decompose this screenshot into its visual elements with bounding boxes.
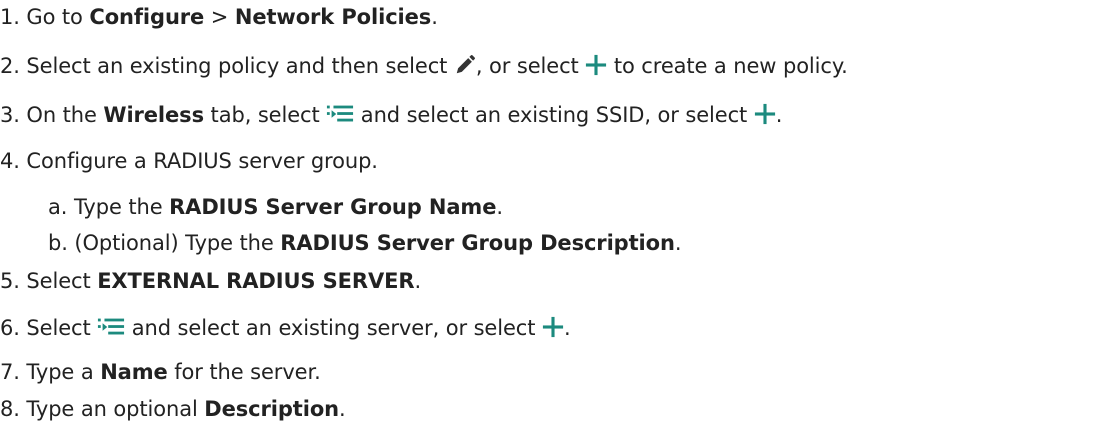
add-icon (754, 103, 776, 125)
step-text: Type a Name for the server. (26, 360, 321, 384)
step-text: Type an optional Description. (26, 397, 346, 421)
emphasis: RADIUS Server Group Name (169, 195, 497, 219)
step-number: 5. (0, 269, 20, 293)
step-4b: b. (Optional) Type the RADIUS Server Gro… (48, 228, 682, 258)
step-number: 1. (0, 5, 20, 29)
emphasis: EXTERNAL RADIUS SERVER (97, 269, 415, 293)
step-text: Configure a RADIUS server group. (26, 149, 378, 173)
add-icon (585, 54, 607, 76)
step-text: Select and select an existing server, or… (26, 316, 571, 340)
step-text: On the Wireless tab, select and select a… (26, 103, 783, 127)
select-list-icon (326, 103, 354, 125)
step-letter: a. (48, 195, 68, 219)
emphasis: Configure (89, 5, 205, 29)
step-text: Select an existing policy and then selec… (26, 54, 848, 78)
step-text: Type the RADIUS Server Group Name. (73, 195, 503, 219)
step-number: 7. (0, 360, 20, 384)
select-list-icon (97, 316, 125, 338)
emphasis: RADIUS Server Group Description (280, 231, 675, 255)
step-8: 8. Type an optional Description. (0, 394, 346, 424)
emphasis: Name (100, 360, 168, 384)
emphasis: Network Policies (234, 5, 432, 29)
add-icon (542, 316, 564, 338)
step-text: Go to Configure > Network Policies. (26, 5, 438, 29)
step-letter: b. (48, 231, 68, 255)
step-number: 6. (0, 316, 20, 340)
emphasis: Wireless (103, 103, 204, 127)
step-text: (Optional) Type the RADIUS Server Group … (74, 231, 682, 255)
step-number: 3. (0, 103, 20, 127)
step-number: 2. (0, 54, 20, 78)
step-2: 2. Select an existing policy and then se… (0, 51, 848, 81)
step-5: 5. Select EXTERNAL RADIUS SERVER. (0, 266, 421, 296)
emphasis: Description (204, 397, 340, 421)
step-4: 4. Configure a RADIUS server group. (0, 146, 378, 176)
instruction-steps: 1. Go to Configure > Network Policies. 2… (0, 0, 1093, 428)
step-7: 7. Type a Name for the server. (0, 357, 321, 387)
step-number: 4. (0, 149, 20, 173)
step-1: 1. Go to Configure > Network Policies. (0, 2, 438, 32)
step-number: 8. (0, 397, 20, 421)
step-4a: a. Type the RADIUS Server Group Name. (48, 192, 503, 222)
step-text: Select EXTERNAL RADIUS SERVER. (26, 269, 422, 293)
step-3: 3. On the Wireless tab, select and selec… (0, 100, 782, 130)
edit-icon (454, 54, 476, 76)
step-6: 6. Select and select an existing server,… (0, 313, 571, 343)
